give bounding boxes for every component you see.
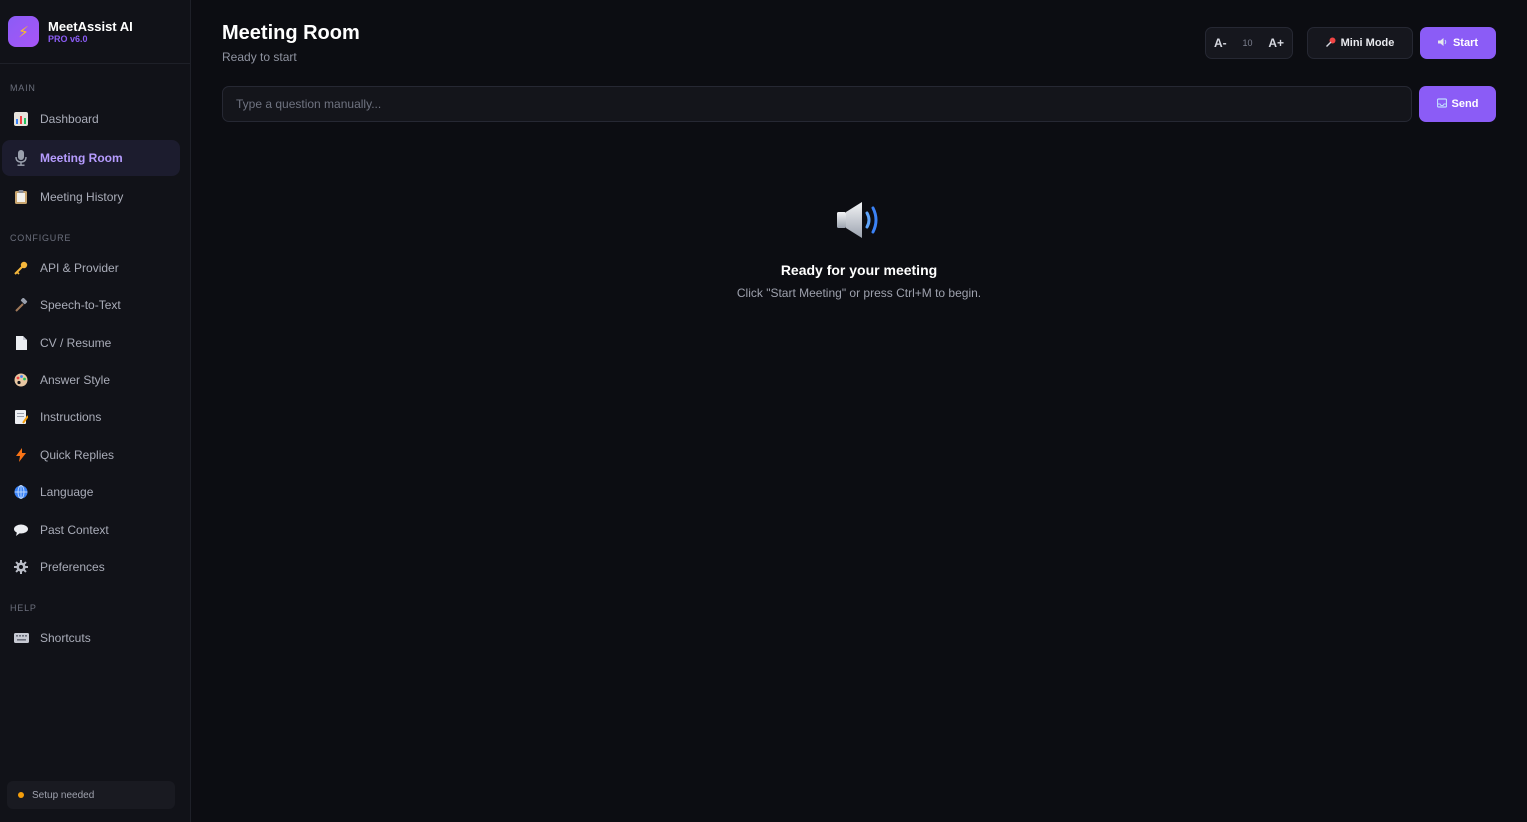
mini-mode-button[interactable]: Mini Mode — [1307, 27, 1413, 59]
section-label-main: MAIN — [10, 83, 36, 93]
empty-state-title: Ready for your meeting — [780, 262, 938, 278]
sidebar-item-instructions[interactable]: Instructions — [2, 399, 180, 435]
sidebar-item-label: Language — [40, 485, 94, 499]
sidebar-item-meeting-history[interactable]: Meeting History — [2, 179, 180, 215]
section-label-configure: CONFIGURE — [10, 233, 72, 243]
gear-icon — [13, 559, 29, 575]
sidebar-item-label: API & Provider — [40, 261, 119, 275]
microphone-icon — [13, 150, 29, 166]
pin-icon — [1325, 37, 1336, 49]
sidebar-item-speech-to-text[interactable]: Speech-to-Text — [2, 287, 180, 323]
section-label-help: HELP — [10, 603, 37, 613]
brand-version: PRO v6.0 — [48, 33, 88, 44]
mini-mode-label: Mini Mode — [1340, 37, 1395, 49]
sidebar-item-answer-style[interactable]: Answer Style — [2, 362, 180, 398]
sidebar-item-label: Meeting History — [40, 190, 124, 204]
app-window: ⚡ MeetAssist AI PRO v6.0 MAIN Dashboard … — [0, 0, 1527, 822]
key-icon — [13, 260, 29, 276]
font-size-control: A- 10 A+ — [1205, 27, 1293, 59]
font-size-value: 10 — [1242, 38, 1253, 48]
memo-icon — [13, 409, 29, 425]
lightning-icon — [13, 447, 29, 463]
send-button[interactable]: Send — [1419, 86, 1496, 122]
empty-state-subtitle: Click "Start Meeting" or press Ctrl+M to… — [736, 286, 982, 300]
sidebar-item-label: Shortcuts — [40, 631, 91, 645]
brand-name: MeetAssist AI — [48, 18, 133, 34]
inbox-icon — [1436, 98, 1447, 110]
sidebar-item-meeting-room[interactable]: Meeting Room — [2, 140, 180, 176]
clipboard-icon — [13, 189, 29, 205]
sidebar-item-label: Preferences — [40, 560, 105, 574]
main-content: Meeting Room Ready to start A- 10 A+ Min… — [191, 0, 1527, 822]
font-decrease-button[interactable]: A- — [1214, 36, 1227, 50]
page-title: Meeting Room — [222, 22, 360, 44]
speech-bubble-icon — [13, 522, 29, 538]
speaker-small-icon — [1437, 37, 1448, 49]
sidebar-item-api-provider[interactable]: API & Provider — [2, 250, 180, 286]
keyboard-icon — [13, 630, 29, 646]
sidebar-item-label: Dashboard — [40, 112, 99, 126]
start-label: Start — [1452, 37, 1479, 49]
status-text: Setup needed — [32, 789, 95, 801]
setup-status[interactable]: Setup needed — [7, 781, 175, 809]
page-subtitle: Ready to start — [222, 50, 297, 64]
sidebar-item-past-context[interactable]: Past Context — [2, 512, 180, 548]
speaker-icon — [837, 202, 878, 238]
empty-state: Ready for your meeting Click "Start Meet… — [191, 200, 1527, 300]
sidebar-item-label: Past Context — [40, 523, 109, 537]
chart-icon — [13, 111, 29, 127]
globe-icon — [13, 484, 29, 500]
sidebar-item-label: CV / Resume — [40, 336, 112, 350]
sidebar-item-cv-resume[interactable]: CV / Resume — [2, 325, 180, 361]
sidebar-item-label: Answer Style — [40, 373, 111, 387]
document-icon — [13, 335, 29, 351]
sidebar-item-label: Meeting Room — [40, 151, 123, 165]
sidebar-item-quick-replies[interactable]: Quick Replies — [2, 437, 180, 473]
sidebar: ⚡ MeetAssist AI PRO v6.0 MAIN Dashboard … — [0, 0, 191, 822]
hammer-icon — [13, 297, 29, 313]
font-increase-button[interactable]: A+ — [1268, 36, 1284, 50]
sidebar-item-label: Instructions — [40, 410, 102, 424]
sidebar-item-dashboard[interactable]: Dashboard — [2, 101, 180, 137]
palette-icon — [13, 372, 29, 388]
brand: ⚡ MeetAssist AI PRO v6.0 — [0, 0, 190, 64]
sidebar-item-shortcuts[interactable]: Shortcuts — [2, 620, 180, 656]
status-dot-icon — [18, 792, 24, 798]
sidebar-item-label: Speech-to-Text — [40, 298, 121, 312]
question-input[interactable] — [222, 86, 1412, 122]
start-button[interactable]: Start — [1420, 27, 1496, 59]
sidebar-item-label: Quick Replies — [40, 448, 115, 462]
sidebar-item-preferences[interactable]: Preferences — [2, 549, 180, 585]
sidebar-item-language[interactable]: Language — [2, 474, 180, 510]
lightning-logo-icon: ⚡ — [8, 16, 39, 47]
send-label: Send — [1451, 98, 1479, 110]
